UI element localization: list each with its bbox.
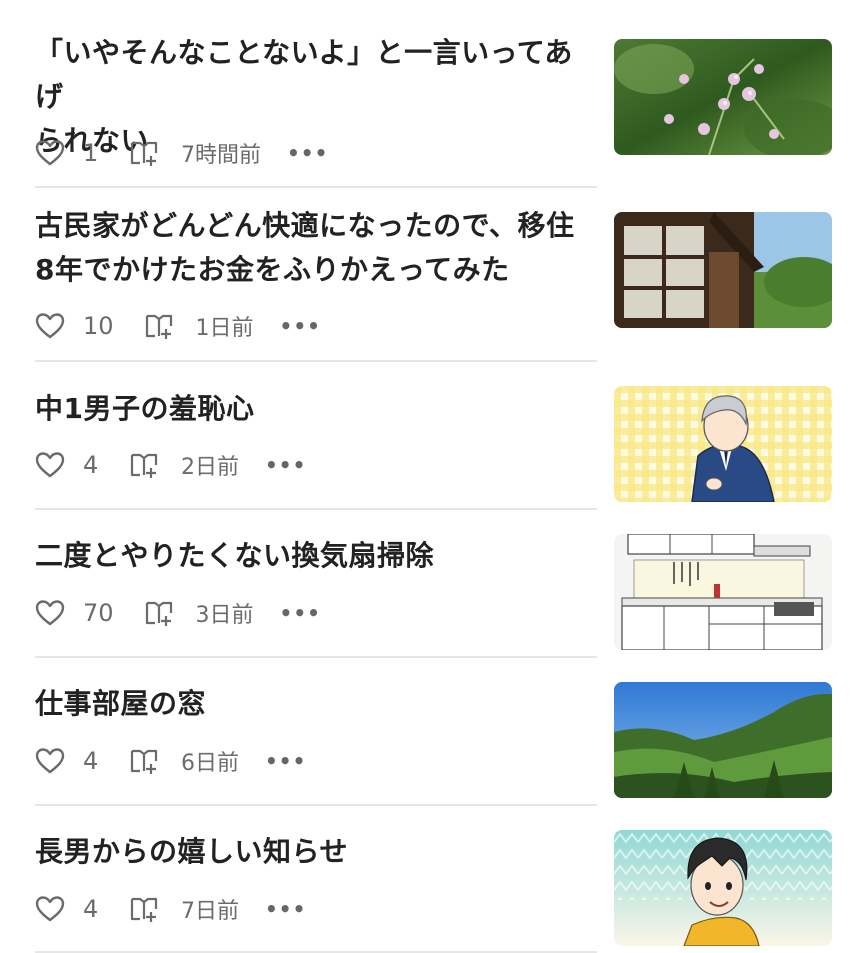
- title-line: 「いやそんなことないよ」と一言いってあげ: [35, 36, 573, 113]
- published-time: 1日前: [195, 316, 254, 341]
- thumbnail-image: [614, 682, 832, 798]
- article-meta: 70 3日前 •••: [35, 596, 321, 630]
- like-count: 4: [83, 895, 99, 923]
- article-title[interactable]: 長男からの嬉しい知らせ: [35, 830, 590, 874]
- divider: [35, 186, 597, 188]
- article-meta: 4 6日前 •••: [35, 744, 306, 778]
- more-options-icon[interactable]: •••: [287, 141, 328, 165]
- like-count: 10: [83, 312, 114, 340]
- article-thumbnail[interactable]: [614, 386, 832, 502]
- thumbnail-image: [614, 212, 832, 328]
- more-options-icon[interactable]: •••: [265, 749, 306, 773]
- published-time: 2日前: [181, 455, 239, 480]
- title-line: 8年でかけたお金をふりかえってみた: [35, 253, 510, 286]
- article-thumbnail[interactable]: [614, 682, 832, 798]
- like-count: 4: [83, 747, 99, 775]
- divider: [35, 656, 597, 658]
- title-line: 二度とやりたくない換気扇掃除: [35, 539, 435, 572]
- like-count: 70: [83, 599, 114, 627]
- article-title[interactable]: 中1男子の羞恥心: [35, 387, 590, 431]
- heart-icon[interactable]: [35, 599, 65, 627]
- thumbnail-image: [614, 534, 832, 650]
- magazine-add-icon[interactable]: [144, 312, 174, 340]
- heart-icon[interactable]: [35, 312, 65, 340]
- title-line: 長男からの嬉しい知らせ: [35, 835, 348, 868]
- divider: [35, 360, 597, 362]
- thumbnail-image: [614, 386, 832, 502]
- heart-icon[interactable]: [35, 139, 65, 167]
- like-count: 4: [83, 451, 99, 479]
- article-thumbnail[interactable]: [614, 212, 832, 328]
- divider: [35, 804, 597, 806]
- article-meta: 4 7日前 •••: [35, 892, 306, 926]
- article-meta: 4 2日前 •••: [35, 448, 306, 482]
- thumbnail-image: [614, 830, 832, 946]
- more-options-icon[interactable]: •••: [265, 897, 306, 921]
- more-options-icon[interactable]: •••: [280, 314, 321, 338]
- divider: [35, 508, 597, 510]
- title-line: 中1男子の羞恥心: [35, 392, 255, 425]
- magazine-add-icon[interactable]: [129, 139, 159, 167]
- like-count: 1: [83, 139, 99, 167]
- more-options-icon[interactable]: •••: [265, 453, 306, 477]
- magazine-add-icon[interactable]: [129, 451, 159, 479]
- magazine-add-icon[interactable]: [129, 747, 159, 775]
- article-list: 「いやそんなことないよ」と一言いってあげ られない 1 7時間前 ••• 古民家…: [0, 0, 864, 953]
- article-meta: 1 7時間前 •••: [35, 136, 328, 170]
- title-line: 古民家がどんどん快適になったので、移住: [35, 209, 575, 242]
- magazine-add-icon[interactable]: [129, 895, 159, 923]
- article-title[interactable]: 仕事部屋の窓: [35, 682, 590, 726]
- heart-icon[interactable]: [35, 451, 65, 479]
- article-thumbnail[interactable]: [614, 39, 832, 155]
- heart-icon[interactable]: [35, 895, 65, 923]
- more-options-icon[interactable]: •••: [280, 601, 321, 625]
- thumbnail-image: [614, 39, 832, 155]
- magazine-add-icon[interactable]: [144, 599, 174, 627]
- published-time: 7時間前: [181, 143, 261, 168]
- published-time: 3日前: [195, 603, 254, 628]
- published-time: 6日前: [181, 751, 239, 776]
- article-meta: 10 1日前 •••: [35, 309, 321, 343]
- title-line: 仕事部屋の窓: [35, 687, 207, 720]
- article-title[interactable]: 古民家がどんどん快適になったので、移住 8年でかけたお金をふりかえってみた: [35, 204, 590, 292]
- article-thumbnail[interactable]: [614, 534, 832, 650]
- published-time: 7日前: [181, 899, 239, 924]
- heart-icon[interactable]: [35, 747, 65, 775]
- article-thumbnail[interactable]: [614, 830, 832, 946]
- article-title[interactable]: 二度とやりたくない換気扇掃除: [35, 534, 590, 578]
